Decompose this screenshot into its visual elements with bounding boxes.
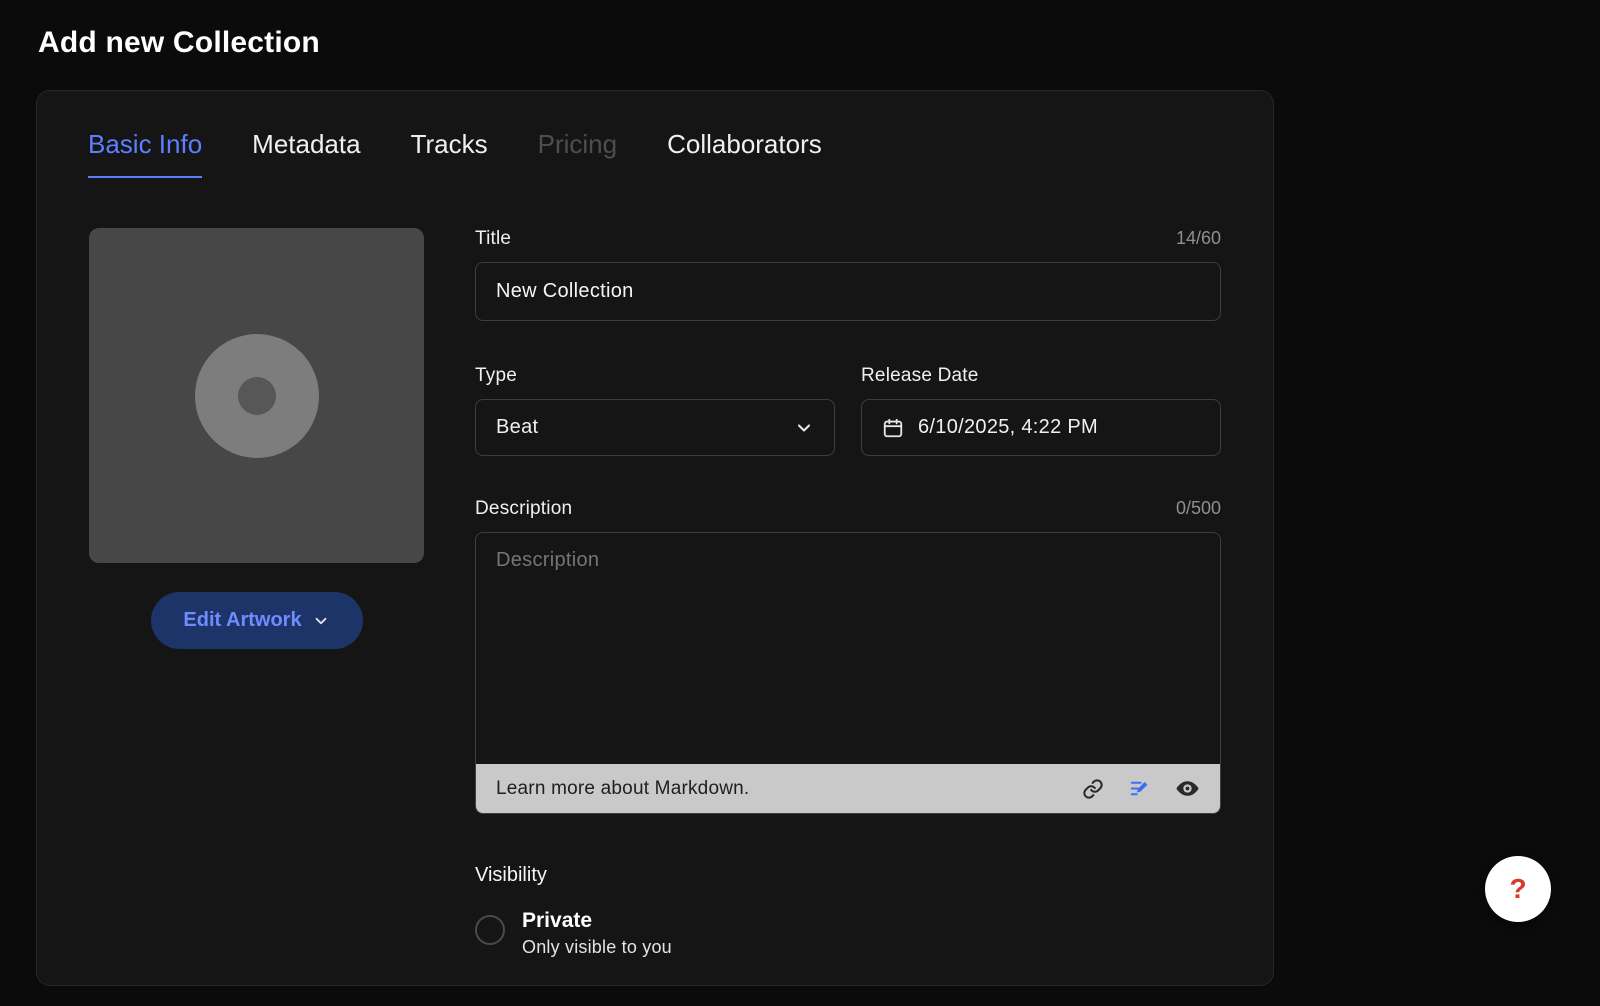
tab-basic-info[interactable]: Basic Info xyxy=(88,129,202,178)
artwork-placeholder[interactable] xyxy=(89,228,424,563)
type-select-value: Beat xyxy=(496,416,538,439)
chevron-down-icon xyxy=(312,612,330,630)
title-input[interactable] xyxy=(475,262,1221,321)
page-title: Add new Collection xyxy=(38,26,320,60)
edit-artwork-label: Edit Artwork xyxy=(183,609,301,632)
release-date-input[interactable]: 6/10/2025, 4:22 PM xyxy=(861,399,1221,456)
markdown-toolbar: Learn more about Markdown. xyxy=(476,764,1220,813)
tab-metadata[interactable]: Metadata xyxy=(252,129,360,178)
title-label: Title xyxy=(475,228,511,250)
link-icon[interactable] xyxy=(1082,778,1104,800)
disc-placeholder-icon xyxy=(195,334,319,458)
visibility-option-private[interactable]: Private Only visible to you xyxy=(475,909,1221,958)
type-label: Type xyxy=(475,365,517,387)
description-label: Description xyxy=(475,498,572,520)
radio-button[interactable] xyxy=(475,915,505,945)
release-date-label: Release Date xyxy=(861,365,979,387)
visibility-option-subtitle: Only visible to you xyxy=(522,937,672,958)
release-date-value: 6/10/2025, 4:22 PM xyxy=(918,416,1098,439)
chevron-down-icon xyxy=(794,418,814,438)
tab-pricing: Pricing xyxy=(538,129,617,178)
calendar-icon xyxy=(882,417,904,439)
help-button[interactable]: ? xyxy=(1485,856,1551,922)
edit-artwork-button[interactable]: Edit Artwork xyxy=(151,592,363,649)
description-textarea[interactable] xyxy=(476,533,1220,764)
description-char-counter: 0/500 xyxy=(1176,498,1221,519)
add-collection-panel: Basic Info Metadata Tracks Pricing Colla… xyxy=(36,90,1274,986)
type-select[interactable]: Beat xyxy=(475,399,835,456)
title-char-counter: 14/60 xyxy=(1176,228,1221,249)
tab-bar: Basic Info Metadata Tracks Pricing Colla… xyxy=(37,91,1273,178)
markdown-learn-more-link[interactable]: Learn more about Markdown. xyxy=(496,778,749,800)
tab-tracks[interactable]: Tracks xyxy=(411,129,488,178)
eye-icon[interactable] xyxy=(1175,776,1200,801)
tab-collaborators[interactable]: Collaborators xyxy=(667,129,822,178)
markdown-edit-icon[interactable] xyxy=(1128,777,1151,800)
visibility-label: Visibility xyxy=(475,864,1221,887)
visibility-option-title: Private xyxy=(522,909,672,933)
